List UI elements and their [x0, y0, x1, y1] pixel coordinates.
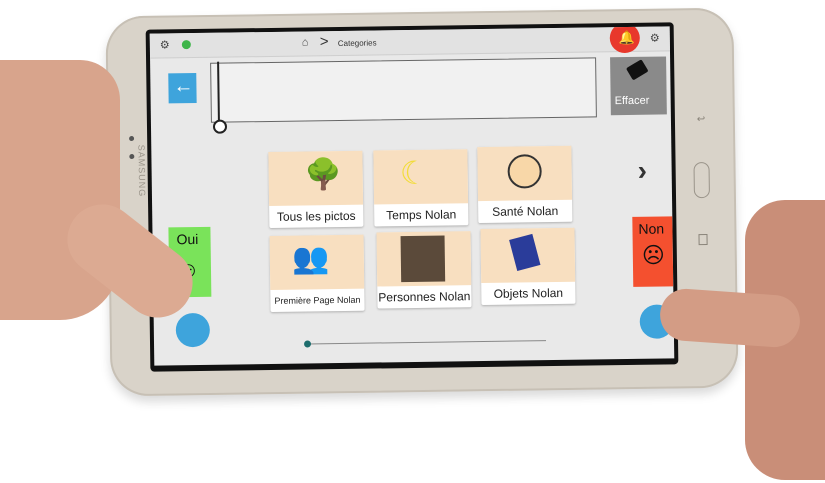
tile-label: Santé Nolan — [492, 203, 559, 219]
category-tile[interactable]: 🌳 Tous les pictos — [268, 150, 364, 228]
tile-label: Personnes Nolan — [378, 289, 471, 305]
category-tile[interactable]: Objets Nolan — [480, 227, 576, 306]
page-slider-track[interactable] — [308, 340, 547, 345]
right-thumb — [658, 287, 802, 349]
top-bar: ⚙ ⌂ > Categories 🔔 ⚙ — [149, 26, 670, 59]
back-button[interactable]: ← — [168, 73, 197, 104]
home-icon[interactable]: ⌂ — [302, 36, 309, 48]
tile-label: Objets Nolan — [493, 285, 564, 301]
moon-stars-icon: ☾ — [399, 154, 429, 192]
no-button[interactable]: Non ☹ — [632, 216, 674, 287]
cursor-handle[interactable] — [212, 119, 228, 134]
back-hardware-icon[interactable]: ↩ — [697, 114, 706, 125]
breadcrumb-separator: > — [319, 33, 329, 51]
alert-button[interactable]: 🔔 — [609, 26, 641, 54]
home-hardware-button[interactable] — [693, 161, 710, 199]
recents-hardware-icon[interactable] — [698, 234, 708, 246]
breadcrumb-current[interactable]: Categories — [338, 38, 377, 48]
tablet-screen: ⚙ ⌂ > Categories 🔔 ⚙ ← Effacer 🌳 Tous le… — [145, 22, 679, 372]
page-slider-thumb[interactable] — [303, 340, 312, 348]
left-action-button[interactable] — [175, 312, 211, 348]
category-tile[interactable]: 👥 Première Page Nolan — [269, 234, 365, 312]
yes-label: Oui — [176, 230, 199, 248]
category-tile[interactable]: Santé Nolan — [477, 145, 573, 224]
tile-picture — [480, 227, 576, 284]
tile-picture — [376, 231, 472, 287]
person-photo-icon — [400, 235, 446, 283]
clear-button[interactable]: Effacer — [610, 56, 667, 116]
no-label: Non — [638, 220, 665, 237]
brand-text: SAMSUNG — [136, 144, 148, 198]
phrase-bar[interactable] — [210, 57, 597, 134]
category-tile[interactable]: Personnes Nolan — [376, 231, 472, 309]
gear-icon[interactable]: ⚙ — [650, 32, 660, 45]
book-icon — [509, 233, 541, 271]
tile-label: Première Page Nolan — [274, 294, 361, 306]
tile-picture: 🌳 — [268, 150, 364, 206]
arrow-left-icon: ← — [173, 75, 194, 98]
tree-icon: 🌳 — [304, 157, 343, 192]
bell-icon: 🔔 — [618, 29, 636, 46]
tile-label: Tous les pictos — [276, 208, 356, 224]
gear-icon[interactable]: ⚙ — [160, 38, 170, 51]
smiling-face-icon — [507, 154, 542, 189]
text-cursor — [217, 61, 220, 126]
tile-picture: 👥 — [269, 234, 365, 290]
tile-picture — [477, 145, 573, 202]
sensor-dot — [129, 154, 135, 160]
clear-label: Effacer — [614, 94, 650, 108]
eraser-icon — [625, 59, 649, 81]
camera-dot — [129, 136, 135, 142]
app-display: ⚙ ⌂ > Categories 🔔 ⚙ ← Effacer 🌳 Tous le… — [149, 26, 675, 366]
sad-face-icon: ☹ — [641, 242, 665, 268]
category-tile[interactable]: ☾ Temps Nolan — [373, 149, 469, 227]
tile-picture: ☾ — [373, 149, 469, 205]
chevron-right-icon[interactable]: › — [637, 155, 647, 187]
tile-label: Temps Nolan — [386, 207, 457, 223]
people-talking-icon: 👥 — [291, 242, 330, 276]
check-circle-icon — [181, 40, 191, 50]
